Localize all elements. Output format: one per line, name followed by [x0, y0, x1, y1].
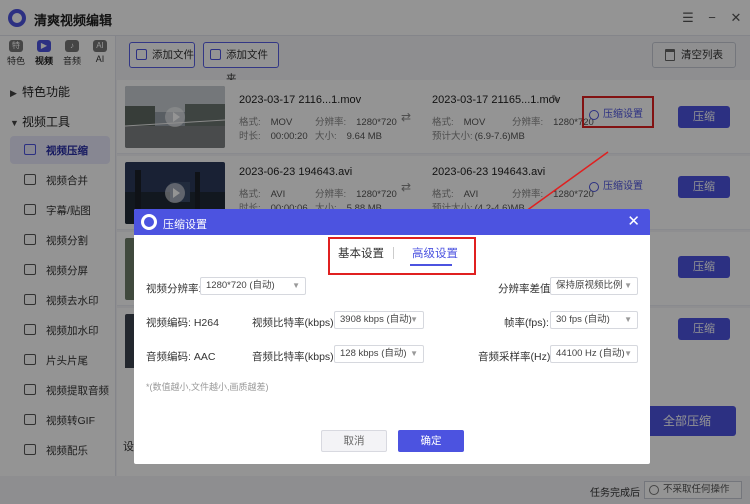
- dialog-header: 压缩设置 ✕: [134, 209, 650, 235]
- fps-label: 帧率(fps):: [504, 317, 549, 329]
- abitrate-label: 音频比特率(kbps):: [252, 351, 337, 363]
- vbitrate-label: 视频比特率(kbps):: [252, 317, 337, 329]
- dialog-logo-icon: [141, 214, 157, 230]
- chevron-down-icon: ▼: [292, 281, 300, 290]
- acodec-label: 音频编码: AAC: [146, 351, 216, 363]
- tab-highlight-box: [328, 237, 476, 275]
- quality-note: *(数值越小,文件越小,画质越差): [146, 382, 269, 392]
- resolution-select[interactable]: 1280*720 (自动) ▼: [200, 277, 306, 295]
- chevron-down-icon: ▼: [624, 315, 632, 324]
- res-diff-select[interactable]: 保持原视频比例 ▼: [550, 277, 638, 295]
- res-diff-label: 分辨率差值:: [498, 283, 554, 295]
- dialog-close-icon[interactable]: ✕: [627, 213, 640, 231]
- compress-settings-dialog: 压缩设置 ✕ 基本设置 高级设置 视频分辨率: 1280*720 (自动) ▼ 分…: [134, 209, 650, 464]
- cancel-button[interactable]: 取消: [321, 430, 387, 452]
- abitrate-select[interactable]: 128 kbps (自动) ▼: [334, 345, 424, 363]
- asample-label: 音频采样率(Hz):: [478, 351, 554, 363]
- dialog-title: 压缩设置: [163, 219, 207, 231]
- vcodec-label: 视频编码: H264: [146, 317, 219, 329]
- fps-select[interactable]: 30 fps (自动) ▼: [550, 311, 638, 329]
- chevron-down-icon: ▼: [410, 315, 418, 324]
- chevron-down-icon: ▼: [624, 349, 632, 358]
- resolution-label: 视频分辨率:: [146, 283, 202, 295]
- chevron-down-icon: ▼: [624, 281, 632, 290]
- asample-select[interactable]: 44100 Hz (自动) ▼: [550, 345, 638, 363]
- chevron-down-icon: ▼: [410, 349, 418, 358]
- vbitrate-select[interactable]: 3908 kbps (自动) ▼: [334, 311, 424, 329]
- ok-button[interactable]: 确定: [398, 430, 464, 452]
